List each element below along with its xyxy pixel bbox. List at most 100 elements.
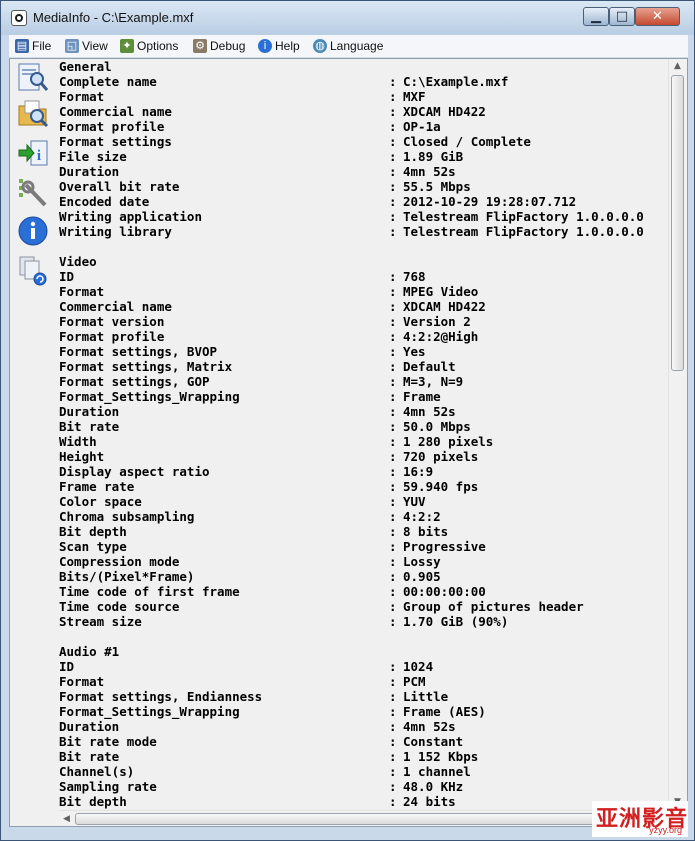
info-row: Format version: Version 2 — [59, 314, 667, 329]
vertical-scrollbar[interactable]: ▲ ▼ — [668, 59, 687, 810]
menu-view[interactable]: ◱ View — [65, 38, 108, 54]
field-label: Format settings, Matrix — [59, 359, 233, 374]
field-separator: : — [389, 149, 397, 164]
menu-file[interactable]: ▤ File — [15, 38, 51, 54]
field-label: Format settings, GOP — [59, 374, 210, 389]
scroll-left-icon[interactable]: ◀ — [63, 814, 70, 824]
close-button[interactable]: ✕ — [635, 7, 680, 26]
field-separator: : — [389, 689, 397, 704]
menu-help-label: Help — [275, 39, 300, 53]
field-label: Display aspect ratio — [59, 464, 210, 479]
field-value: 4:2:2 — [403, 509, 441, 524]
info-row: Format profile:4:2:2@High — [59, 329, 667, 344]
info-row: Bit rate:1 152 Kbps — [59, 749, 667, 764]
vertical-scroll-thumb[interactable] — [671, 75, 684, 371]
field-separator: : — [389, 494, 397, 509]
scroll-up-icon[interactable]: ▲ — [674, 61, 681, 71]
info-row: Format settings: Closed / Complete — [59, 134, 667, 149]
field-value: XDCAM HD422 — [403, 104, 486, 119]
field-value: 4mn 52s — [403, 719, 456, 734]
field-separator: : — [389, 734, 397, 749]
info-row: Display aspect ratio:16:9 — [59, 464, 667, 479]
field-separator: : — [389, 194, 397, 209]
field-label: Duration — [59, 404, 120, 419]
maximize-button[interactable]: □ — [609, 7, 635, 26]
field-separator: : — [389, 434, 397, 449]
field-value: 768 — [403, 269, 426, 284]
horizontal-scrollbar[interactable]: ◀ ▶ — [59, 810, 668, 826]
menu-options-label: Options — [137, 39, 179, 53]
field-label: Format version — [59, 314, 165, 329]
menu-options[interactable]: ✦ Options — [120, 38, 178, 54]
info-text-area[interactable]: General Complete name: C:\Example.mxf Forma… — [59, 59, 667, 810]
field-label: Format settings — [59, 134, 172, 149]
field-separator: : — [389, 779, 397, 794]
info-row: Scan type: Progressive — [59, 539, 667, 554]
title-bar[interactable]: MediaInfo - C:\Example.mxf ▁ □ ✕ — [1, 1, 694, 35]
field-value: 720 pixels — [403, 449, 479, 464]
field-value: PCM — [403, 674, 426, 689]
info-row: Format_Settings_Wrapping: Frame — [59, 389, 667, 404]
check-updates-icon[interactable] — [17, 255, 49, 287]
field-label: Bits/(Pixel*Frame) — [59, 569, 195, 584]
info-row: Format settings, GOP: M=3, N=9 — [59, 374, 667, 389]
field-label: Format_Settings_Wrapping — [59, 389, 240, 404]
field-value: 48.0 KHz — [403, 779, 464, 794]
field-value: 1 280 pixels — [403, 434, 494, 449]
help-icon: i — [258, 39, 272, 53]
field-label: Compression mode — [59, 554, 180, 569]
minimize-button[interactable]: ▁ — [583, 7, 609, 26]
field-separator: : — [389, 164, 397, 179]
info-row: Bit depth:8 bits — [59, 524, 667, 539]
field-label: Format profile — [59, 119, 165, 134]
field-value: 00:00:00:00 — [403, 584, 486, 599]
field-separator: : — [389, 89, 397, 104]
open-file-icon[interactable] — [17, 61, 49, 93]
field-label: Height — [59, 449, 105, 464]
info-row: Format settings, Matrix: Default — [59, 359, 667, 374]
about-icon[interactable] — [17, 215, 49, 247]
field-label: Format settings, BVOP — [59, 344, 218, 359]
field-value: 8 bits — [403, 524, 449, 539]
field-separator: : — [389, 284, 397, 299]
field-label: Channel(s) — [59, 764, 135, 779]
field-separator: : — [389, 329, 397, 344]
field-label: Duration — [59, 719, 120, 734]
section-title: Audio #1 — [59, 644, 120, 659]
section-title: Video — [59, 254, 97, 269]
info-row: Complete name: C:\Example.mxf — [59, 74, 667, 89]
info-row: Bit depth:24 bits — [59, 794, 667, 809]
menu-help[interactable]: i Help — [258, 38, 300, 54]
field-label: Format — [59, 284, 105, 299]
field-label: Bit rate — [59, 749, 120, 764]
menu-bar: ▤ File ◱ View ✦ Options ⚙ Debug i Help ◍… — [9, 35, 688, 58]
info-row: Height:720 pixels — [59, 449, 667, 464]
open-folder-icon[interactable] — [17, 97, 49, 129]
info-row: Duration:4mn 52s — [59, 719, 667, 734]
menu-debug[interactable]: ⚙ Debug — [193, 38, 245, 54]
field-separator: : — [389, 569, 397, 584]
info-row: ID:1024 — [59, 659, 667, 674]
preferences-icon[interactable] — [17, 177, 49, 209]
menu-file-label: File — [32, 39, 52, 53]
field-separator: : — [389, 749, 397, 764]
field-separator: : — [389, 134, 397, 149]
field-separator: : — [389, 599, 397, 614]
info-row: Commercial name: XDCAM HD422 — [59, 104, 667, 119]
info-row: Width:1 280 pixels — [59, 434, 667, 449]
info-row: Chroma subsampling:4:2:2 — [59, 509, 667, 524]
field-separator: : — [389, 794, 397, 809]
field-separator: : — [389, 419, 397, 434]
field-value: 0.905 — [403, 569, 441, 584]
view-icon: ◱ — [65, 39, 79, 53]
field-label: Format — [59, 89, 105, 104]
watermark: 亚洲影音 yzyy.org — [592, 801, 688, 837]
info-row: Writing application: Telestream FlipFacto… — [59, 209, 667, 224]
field-separator: : — [389, 209, 397, 224]
export-icon[interactable]: i — [17, 137, 49, 169]
info-row: Bits/(Pixel*Frame):0.905 — [59, 569, 667, 584]
field-value: MXF — [403, 89, 426, 104]
horizontal-scroll-thumb[interactable] — [75, 813, 635, 825]
app-icon[interactable] — [11, 10, 27, 26]
menu-language[interactable]: ◍ Language — [313, 38, 383, 54]
